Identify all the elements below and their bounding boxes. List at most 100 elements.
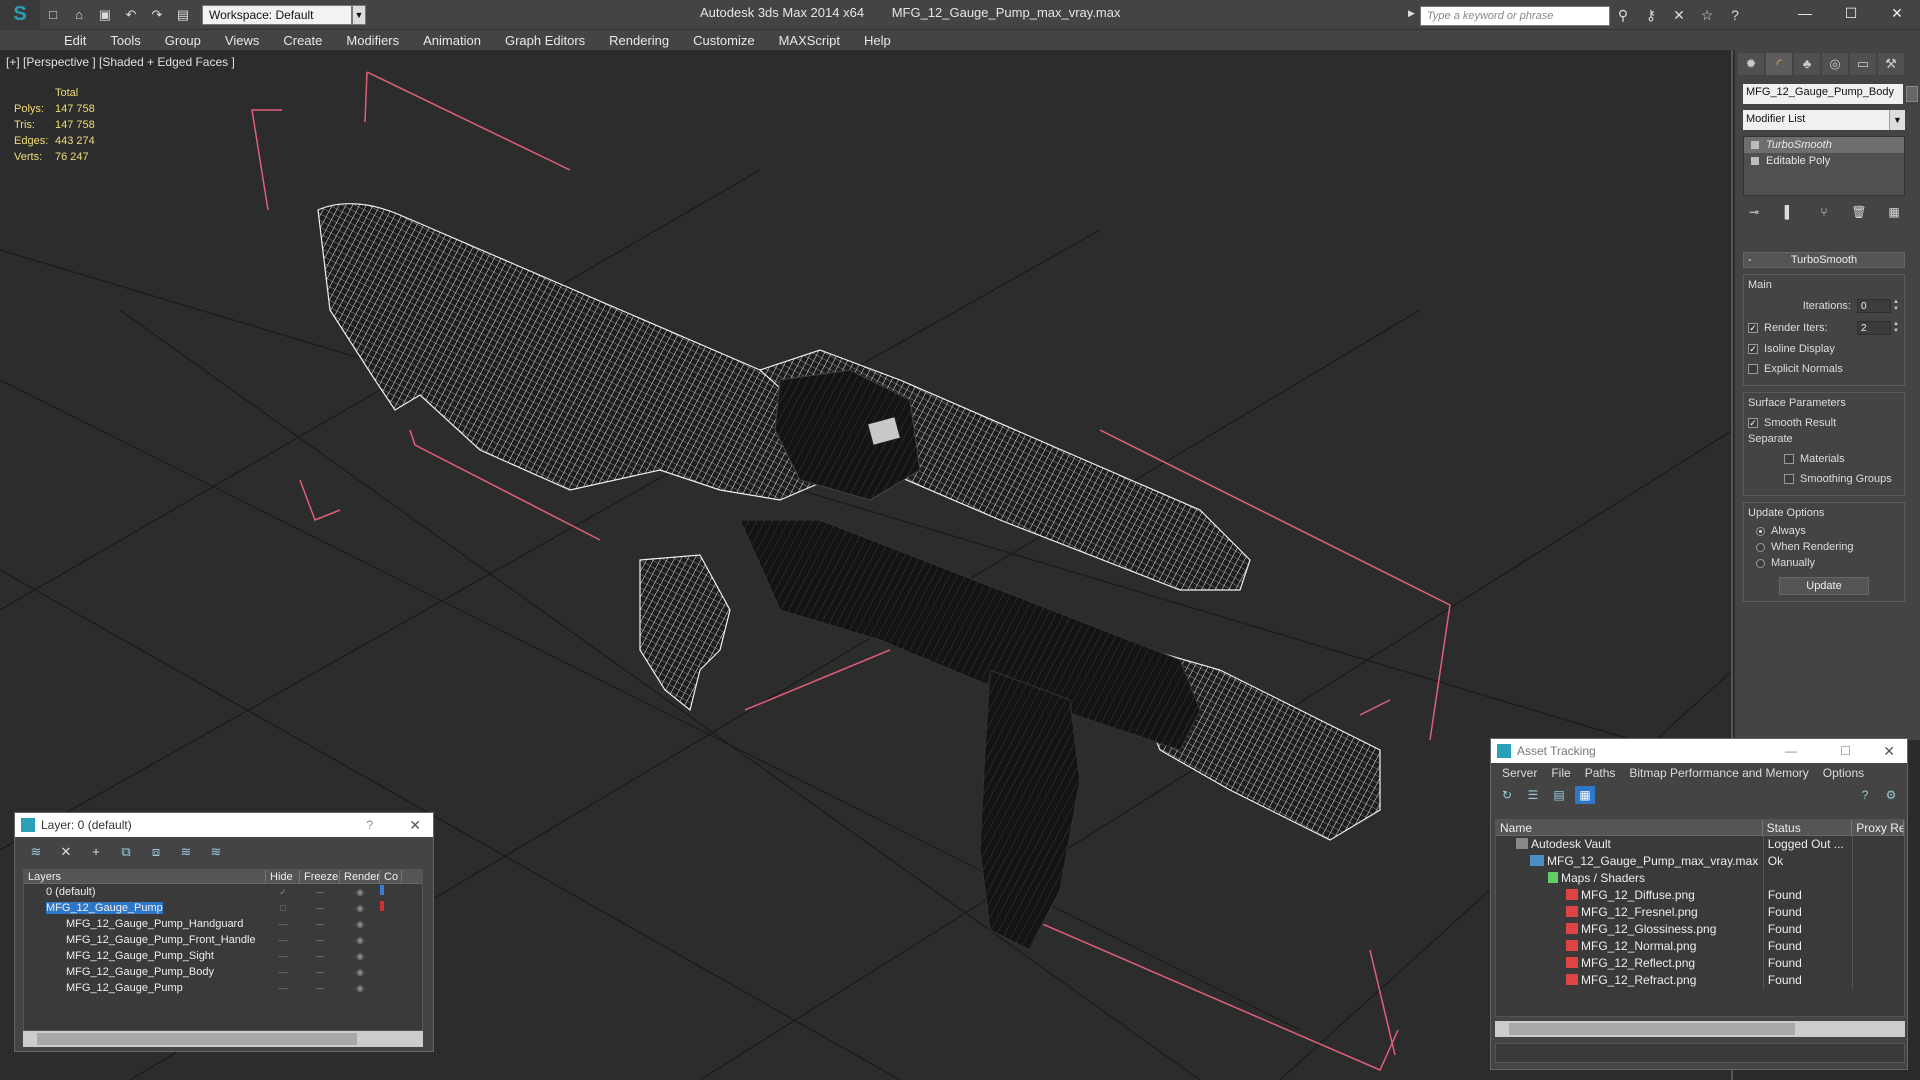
layer-row[interactable]: MFG_12_Gauge_Pump_Front_Handle — — ◉ (24, 932, 422, 948)
iterations-spinner[interactable]: 0 (1857, 299, 1891, 313)
render-iters-spinner[interactable]: 2 (1857, 321, 1891, 335)
asset-row[interactable]: MFG_12_Reflect.png Found (1496, 955, 1904, 972)
viewport-label[interactable]: [+] [Perspective ] [Shaded + Edged Faces… (6, 55, 235, 69)
shotgun-model[interactable] (317, 203, 1381, 951)
menu-customize[interactable]: Customize (681, 33, 766, 48)
asset-row[interactable]: MFG_12_Glossiness.png Found (1496, 921, 1904, 938)
project-folder-icon[interactable]: ▤ (172, 4, 194, 26)
close-icon[interactable]: ✕ (409, 817, 421, 834)
delete-layer-icon[interactable]: ✕ (55, 843, 77, 861)
spinner-arrows-icon[interactable]: ▲ ▼ (1891, 299, 1900, 313)
remove-modifier-icon[interactable]: 🗑 (1848, 202, 1870, 222)
grid-view-icon[interactable]: ▦ (1575, 786, 1595, 804)
chevron-down-icon[interactable]: ▼ (352, 4, 366, 25)
render-toggle-icon[interactable]: ◉ (340, 948, 380, 964)
smooth-result-checkbox[interactable]: ✓ (1748, 418, 1758, 428)
table-view-icon[interactable]: ▤ (1549, 786, 1569, 804)
menu-edit[interactable]: Edit (52, 33, 98, 48)
minimize-icon[interactable]: — (1782, 0, 1828, 26)
new-file-icon[interactable]: □ (42, 4, 64, 26)
hide-toggle[interactable]: ✓ (266, 884, 300, 900)
settings-icon[interactable]: ⚙ (1881, 786, 1901, 804)
layer-color-swatch[interactable] (380, 948, 402, 964)
layer-color-swatch[interactable] (380, 980, 402, 996)
menu-group[interactable]: Group (153, 33, 213, 48)
smooth-result-option[interactable]: ✓ Smooth Result (1748, 413, 1900, 433)
render-toggle-icon[interactable]: ◉ (340, 900, 380, 916)
workspace-dropdown[interactable]: Workspace: Default (202, 4, 352, 25)
menu-animation[interactable]: Animation (411, 33, 493, 48)
layer-row[interactable]: MFG_12_Gauge_Pump_Handguard — — ◉ (24, 916, 422, 932)
radio-button[interactable] (1756, 558, 1765, 568)
play-arrow-icon[interactable]: ▶ (1408, 8, 1418, 24)
asset-row[interactable]: MFG_12_Refract.png Found (1496, 972, 1904, 989)
update-always-option[interactable]: Always (1748, 523, 1900, 539)
column-header-hide[interactable]: Hide (266, 870, 300, 883)
make-unique-icon[interactable]: ⑂ (1813, 202, 1835, 222)
update-when-rendering-option[interactable]: When Rendering (1748, 539, 1900, 555)
layer-color-swatch[interactable] (380, 900, 402, 916)
expand-icon[interactable] (1751, 157, 1759, 165)
layer-horizontal-scrollbar[interactable] (23, 1031, 423, 1047)
maximize-icon[interactable]: ☐ (1840, 744, 1851, 758)
help-icon[interactable]: ? (1855, 786, 1875, 804)
menu-server[interactable]: Server (1495, 766, 1544, 780)
search-input[interactable]: Type a keyword or phrase (1420, 6, 1610, 26)
scrollbar-thumb[interactable] (1509, 1023, 1795, 1035)
render-toggle-icon[interactable]: ◉ (340, 964, 380, 980)
asset-row[interactable]: Autodesk Vault Logged Out ... (1496, 836, 1904, 853)
column-header-render[interactable]: Render (340, 870, 380, 883)
highlight-layer-icon[interactable]: ⧈ (145, 843, 167, 861)
select-objects-icon[interactable]: ⧉ (115, 843, 137, 861)
update-manually-option[interactable]: Manually (1748, 555, 1900, 571)
freeze-toggle[interactable]: — (300, 900, 340, 916)
radio-button[interactable] (1756, 542, 1765, 552)
layer-row[interactable]: MFG_12_Gauge_Pump_Body — — ◉ (24, 964, 422, 980)
render-toggle-icon[interactable]: ◉ (340, 932, 380, 948)
asset-row[interactable]: MFG_12_Normal.png Found (1496, 938, 1904, 955)
layer-row[interactable]: MFG_12_Gauge_Pump — — ◉ (24, 980, 422, 996)
asset-row[interactable]: MFG_12_Fresnel.png Found (1496, 904, 1904, 921)
freeze-toggle[interactable]: — (300, 916, 340, 932)
radio-button[interactable] (1756, 526, 1765, 536)
menu-maxscript[interactable]: MAXScript (767, 33, 852, 48)
close-icon[interactable]: ✕ (1883, 743, 1895, 760)
close-icon[interactable]: ✕ (1874, 0, 1920, 26)
menu-tools[interactable]: Tools (98, 33, 152, 48)
asset-row[interactable]: MFG_12_Gauge_Pump_max_vray.max Ok (1496, 853, 1904, 870)
scrollbar-thumb[interactable] (37, 1033, 357, 1045)
object-color-swatch[interactable] (1906, 86, 1918, 102)
freeze-toggle[interactable]: — (300, 964, 340, 980)
explicit-normals-option[interactable]: Explicit Normals (1748, 359, 1900, 379)
menu-create[interactable]: Create (271, 33, 334, 48)
menu-views[interactable]: Views (213, 33, 271, 48)
asset-horizontal-scrollbar[interactable] (1495, 1021, 1905, 1037)
materials-checkbox[interactable] (1784, 454, 1794, 464)
minimize-icon[interactable]: — (1785, 744, 1797, 758)
render-toggle-icon[interactable]: ◉ (340, 980, 380, 996)
freeze-toggle[interactable]: — (300, 884, 340, 900)
list-view-icon[interactable]: ☰ (1523, 786, 1543, 804)
key-icon[interactable]: ⚷ (1640, 4, 1662, 26)
object-name-field[interactable]: MFG_12_Gauge_Pump_Body (1743, 84, 1903, 104)
column-header-layers[interactable]: Layers (24, 870, 266, 883)
explicit-normals-checkbox[interactable] (1748, 364, 1758, 374)
undo-icon[interactable]: ↶ (120, 4, 142, 26)
layer-row[interactable]: MFG_12_Gauge_Pump_Sight — — ◉ (24, 948, 422, 964)
save-file-icon[interactable]: ▣ (94, 4, 116, 26)
isoline-checkbox[interactable]: ✓ (1748, 344, 1758, 354)
materials-option[interactable]: Materials (1748, 449, 1900, 469)
menu-options[interactable]: Options (1816, 766, 1871, 780)
menu-paths[interactable]: Paths (1578, 766, 1623, 780)
column-header-color[interactable]: Co (380, 870, 402, 883)
hide-toggle[interactable]: — (266, 932, 300, 948)
motion-tab-icon[interactable]: ◎ (1822, 53, 1848, 75)
show-end-result-icon[interactable]: ▌ (1778, 202, 1800, 222)
add-to-layer-icon[interactable]: + (85, 843, 107, 861)
spinner-arrows-icon[interactable]: ▲ ▼ (1891, 321, 1900, 335)
menu-graph-editors[interactable]: Graph Editors (493, 33, 597, 48)
maximize-icon[interactable]: ☐ (1828, 0, 1874, 26)
menu-bitmap-performance[interactable]: Bitmap Performance and Memory (1622, 766, 1815, 780)
render-toggle-icon[interactable]: ◉ (340, 884, 380, 900)
update-button[interactable]: Update (1779, 577, 1869, 595)
